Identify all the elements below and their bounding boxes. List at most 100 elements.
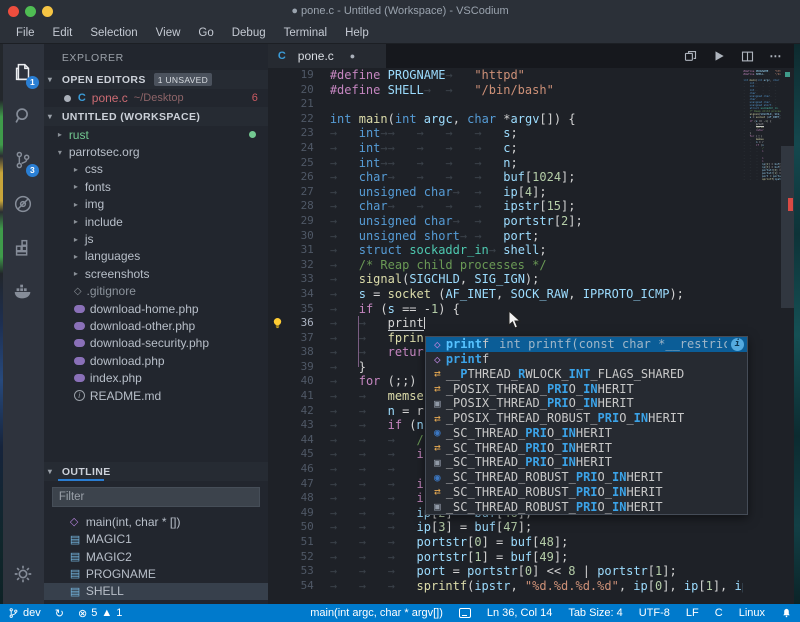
folder-css[interactable]: ▸css bbox=[44, 161, 268, 178]
explorer-icon[interactable]: 1 bbox=[3, 50, 44, 94]
outline-item-magic1[interactable]: ▤MAGIC1 bbox=[44, 530, 268, 547]
maximize-window-button[interactable] bbox=[25, 6, 36, 17]
outline-item-progname[interactable]: ▤PROGNAME bbox=[44, 565, 268, 582]
notifications-bell-icon[interactable] bbox=[781, 607, 792, 619]
problems-indicator[interactable]: ⊗ 5 ▲ 1 bbox=[78, 607, 122, 620]
warning-icon: ▲ bbox=[101, 607, 112, 619]
close-window-button[interactable] bbox=[8, 6, 19, 17]
menu-view[interactable]: View bbox=[148, 25, 189, 41]
suggest-item[interactable]: ⇄_SC_THREAD_ROBUST_PRIO_INHERIT bbox=[426, 485, 747, 500]
tab-size-indicator[interactable]: Tab Size: 4 bbox=[568, 607, 622, 619]
folder-rust[interactable]: ▸rust bbox=[44, 126, 268, 143]
window-title: ● pone.c - Untitled (Workspace) - VSCodi… bbox=[0, 5, 800, 17]
more-actions-icon[interactable]: ⋯ bbox=[769, 49, 782, 63]
suggest-item[interactable]: ▣_POSIX_THREAD_PRIO_INHERIT bbox=[426, 396, 747, 411]
sync-button[interactable]: ↻ bbox=[55, 607, 64, 620]
outline-item-magic2[interactable]: ▤MAGIC2 bbox=[44, 548, 268, 565]
editor-body[interactable]: 1920212223242526272829303132333435363738… bbox=[268, 68, 795, 604]
settings-gear-icon[interactable] bbox=[3, 552, 44, 596]
minimize-window-button[interactable] bbox=[42, 6, 53, 17]
selection-mode-icon[interactable] bbox=[459, 608, 471, 618]
suggest-info-icon[interactable]: i bbox=[731, 338, 744, 351]
remote-os-indicator[interactable]: Linux bbox=[739, 607, 765, 619]
outline-item-shell[interactable]: ▤SHELL bbox=[44, 583, 268, 600]
unsaved-badge: 1 UNSAVED bbox=[154, 73, 212, 86]
menu-selection[interactable]: Selection bbox=[82, 25, 145, 41]
suggest-item[interactable]: ◇printf bbox=[426, 352, 747, 367]
suggest-item[interactable]: ▣_SC_THREAD_PRIO_INHERIT bbox=[426, 455, 747, 470]
tab-pone-c[interactable]: C pone.c ● bbox=[268, 44, 386, 68]
menu-debug[interactable]: Debug bbox=[224, 25, 274, 41]
outline-header[interactable]: ▾ OUTLINE bbox=[44, 462, 268, 481]
outline-filter-input[interactable]: Filter bbox=[52, 487, 260, 507]
file-download-security-php[interactable]: download-security.php bbox=[44, 335, 268, 352]
field-symbol-icon: ▤ bbox=[70, 585, 86, 598]
docker-icon[interactable] bbox=[3, 270, 44, 314]
current-symbol[interactable]: main(int argc, char * argv[]) bbox=[310, 607, 443, 619]
file-download-php[interactable]: download.php bbox=[44, 352, 268, 369]
run-icon[interactable] bbox=[712, 49, 726, 63]
menu-edit[interactable]: Edit bbox=[45, 25, 81, 41]
file-index-php[interactable]: index.php bbox=[44, 369, 268, 386]
file--gitignore[interactable]: ◇.gitignore bbox=[44, 283, 268, 300]
indent-guide bbox=[358, 316, 359, 367]
folder-screenshots[interactable]: ▸screenshots bbox=[44, 265, 268, 282]
file-download-home-php[interactable]: download-home.php bbox=[44, 300, 268, 317]
suggest-item[interactable]: ◉_SC_THREAD_ROBUST_PRIO_INHERIT bbox=[426, 470, 747, 485]
menu-go[interactable]: Go bbox=[190, 25, 221, 41]
line-number: 52 bbox=[268, 550, 330, 565]
line-number: 42 bbox=[268, 404, 330, 419]
scrollbar[interactable] bbox=[781, 68, 794, 604]
folder-include[interactable]: ▸include bbox=[44, 213, 268, 230]
code-line-31: → struct sockaddr_in→ shell; bbox=[330, 243, 744, 258]
folder-img[interactable]: ▸img bbox=[44, 196, 268, 213]
suggest-item[interactable]: ◉_SC_THREAD_PRIO_INHERIT bbox=[426, 426, 747, 441]
line-number: 21 bbox=[268, 97, 330, 112]
folder-js[interactable]: ▸js bbox=[44, 230, 268, 247]
sync-icon: ↻ bbox=[55, 607, 64, 620]
suggest-item[interactable]: ⇄_POSIX_THREAD_ROBUST_PRIO_INHERIT bbox=[426, 411, 747, 426]
status-bar: dev ↻ ⊗ 5 ▲ 1 main(int argc, char * argv… bbox=[0, 604, 800, 622]
folder-languages[interactable]: ▸languages bbox=[44, 248, 268, 265]
encoding-indicator[interactable]: UTF-8 bbox=[639, 607, 670, 619]
chevron-right-icon: ▸ bbox=[74, 200, 85, 209]
extensions-icon[interactable] bbox=[3, 226, 44, 270]
branch-indicator[interactable]: dev bbox=[8, 607, 41, 619]
minimap[interactable]: #define PROGNAME→ "httpd"#define SHELL→ … bbox=[743, 68, 781, 604]
outline-item-main-int-char-[interactable]: ◇main(int, char * []) bbox=[44, 513, 268, 530]
lightbulb-icon[interactable] bbox=[272, 317, 283, 332]
eol-indicator[interactable]: LF bbox=[686, 607, 699, 619]
cursor-position[interactable]: Ln 36, Col 14 bbox=[487, 607, 552, 619]
file-download-other-php[interactable]: download-other.php bbox=[44, 317, 268, 334]
search-icon[interactable] bbox=[3, 94, 44, 138]
split-editor-icon[interactable] bbox=[740, 49, 755, 64]
language-indicator[interactable]: C bbox=[715, 607, 723, 619]
suggest-item[interactable]: ⇄_SC_THREAD_PRIO_INHERIT bbox=[426, 440, 747, 455]
open-editor-item[interactable]: C pone.c ~/Desktop 6 bbox=[44, 89, 268, 107]
source-control-icon[interactable]: 3 bbox=[3, 138, 44, 182]
file-readme-md[interactable]: iREADME.md bbox=[44, 387, 268, 404]
workspace-header[interactable]: ▾ UNTITLED (WORKSPACE) bbox=[44, 107, 268, 126]
suggest-item[interactable]: ▣_SC_THREAD_ROBUST_PRIO_INHERIT bbox=[426, 499, 747, 514]
code-line-36: → → print bbox=[330, 316, 744, 331]
open-editors-header[interactable]: ▾ OPEN EDITORS 1 UNSAVED bbox=[44, 70, 268, 89]
menu-file[interactable]: File bbox=[8, 25, 43, 41]
suggest-item[interactable]: ⇄__PTHREAD_RWLOCK_INT_FLAGS_SHARED bbox=[426, 367, 747, 382]
line-number: 31 bbox=[268, 243, 330, 258]
open-changes-icon[interactable] bbox=[683, 49, 698, 64]
folder-parrotsec-org[interactable]: ▾parrotsec.org bbox=[44, 143, 268, 160]
line-number: 43 bbox=[268, 418, 330, 433]
tab-dirty-icon: ● bbox=[350, 51, 355, 61]
method-kind-icon: ◇ bbox=[429, 338, 446, 351]
folder-fonts[interactable]: ▸fonts bbox=[44, 178, 268, 195]
debug-icon[interactable] bbox=[3, 182, 44, 226]
code-line-25: → int→→ → → → n; bbox=[330, 156, 744, 171]
suggest-item[interactable]: ◇printfint printf(const char *__restrict… bbox=[426, 337, 747, 352]
line-number: 40 bbox=[268, 374, 330, 389]
scrollbar-thumb[interactable] bbox=[781, 146, 794, 308]
menu-help[interactable]: Help bbox=[337, 25, 377, 41]
code-line-24: → int→→ → → → c; bbox=[330, 141, 744, 156]
menu-terminal[interactable]: Terminal bbox=[276, 25, 335, 41]
editor-group: C pone.c ● ⋯ bbox=[268, 44, 795, 604]
suggest-item[interactable]: ⇄_POSIX_THREAD_PRIO_INHERIT bbox=[426, 381, 747, 396]
